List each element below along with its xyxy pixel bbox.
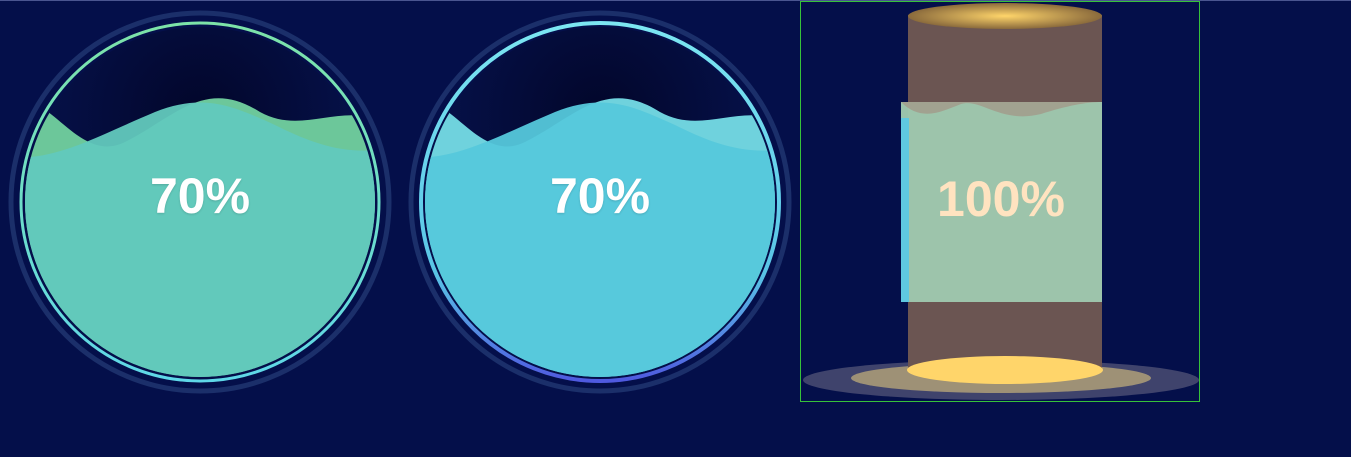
gauge-1-percentage: 70% xyxy=(149,168,251,224)
cylinder-bottom-glow xyxy=(907,356,1103,384)
liquid-gauge-1: 70% xyxy=(5,7,395,397)
gauge-2-percentage: 70% xyxy=(549,168,651,224)
cylinder-top-cap xyxy=(908,3,1102,29)
cylinder-percentage: 100% xyxy=(937,171,1065,227)
liquid-gauge-2: 70% xyxy=(405,7,795,397)
cylinder-gauge: 100% xyxy=(800,1,1200,402)
